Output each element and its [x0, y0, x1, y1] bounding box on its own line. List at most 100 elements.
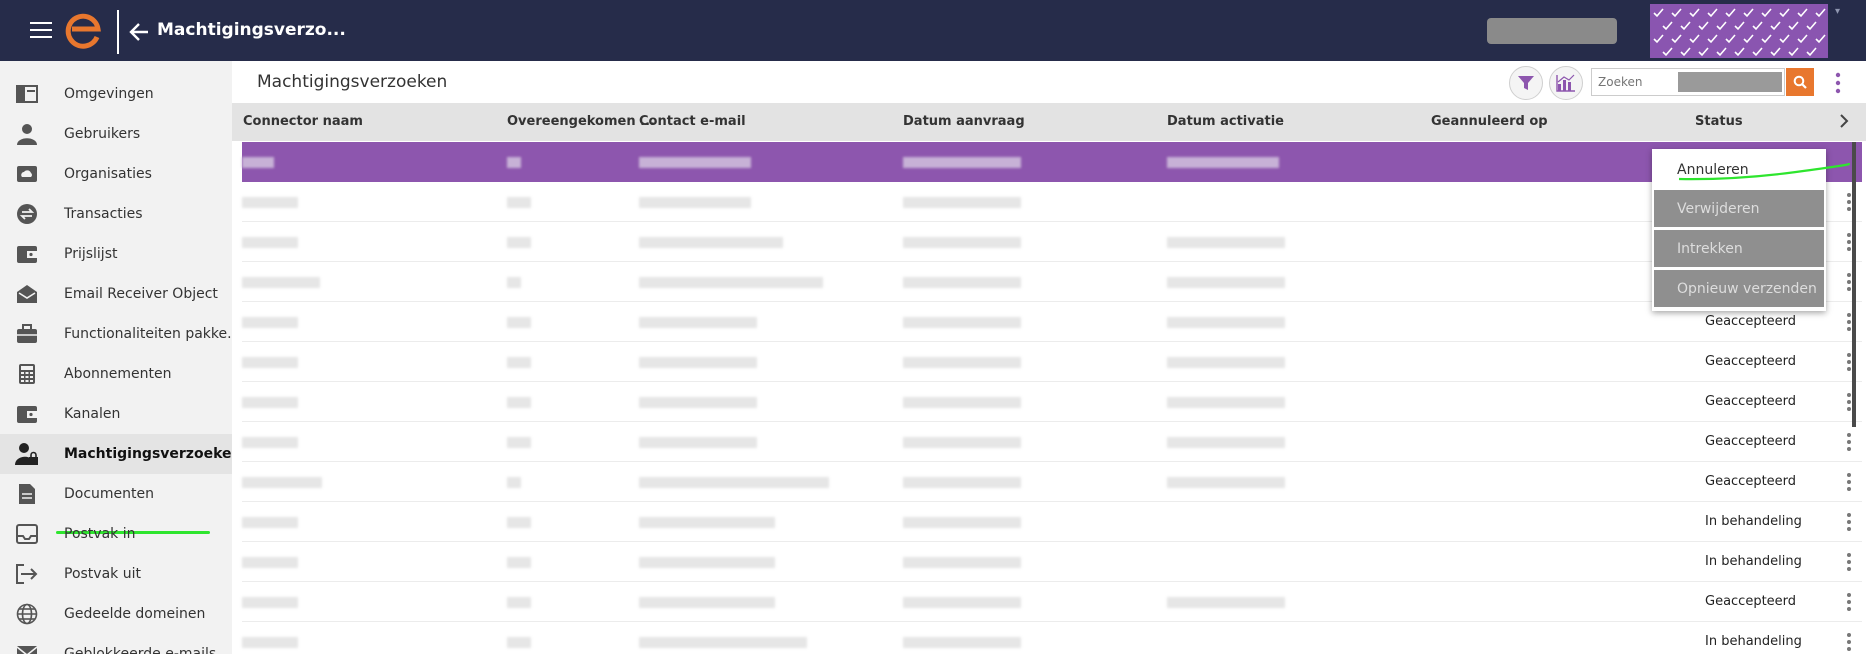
sidebar-item-documenten[interactable]: Documenten [0, 474, 232, 514]
cell-redacted [903, 197, 1021, 208]
cell-redacted [507, 477, 521, 488]
cell-redacted [639, 277, 823, 288]
column-header-datum-activatie[interactable]: Datum activatie [1167, 114, 1284, 129]
cell-redacted [507, 597, 531, 608]
table-row[interactable] [242, 142, 1862, 182]
table-row[interactable]: In behandeling [242, 622, 1862, 654]
sidebar-item-machtigingsverzoeken[interactable]: Machtigingsverzoeken [0, 434, 232, 474]
cell-redacted [242, 397, 298, 408]
status-text: Geaccepteerd [1705, 354, 1797, 369]
row-menu-icon[interactable] [1845, 592, 1853, 612]
status-text: Geaccepteerd [1705, 394, 1797, 409]
cell-redacted [507, 237, 531, 248]
cell-redacted [1167, 357, 1285, 368]
row-menu-icon[interactable] [1845, 632, 1853, 652]
cell-redacted [507, 197, 531, 208]
status-text: In behandeling [1705, 634, 1802, 649]
search-input[interactable] [1592, 75, 1676, 89]
sidebar-item-prijslijst[interactable]: Prijslijst [0, 234, 232, 274]
cell-redacted [639, 197, 751, 208]
sidebar-item-label: Documenten [64, 486, 155, 502]
user-lock-icon [15, 442, 39, 466]
sidebar-item-email-receiver-object[interactable]: Email Receiver Object [0, 274, 232, 314]
sidebar-item-postvak-in[interactable]: Postvak in [0, 514, 232, 554]
sidebar-item-geblokkeerde-emails[interactable]: Geblokkeerde e-mails [0, 634, 232, 654]
sidebar-item-postvak-uit[interactable]: Postvak uit [0, 554, 232, 594]
menu-item-opnieuw-verzenden[interactable]: Opnieuw verzenden [1654, 270, 1824, 307]
sidebar-item-label: Geblokkeerde e-mails [64, 646, 217, 654]
row-menu-icon[interactable] [1845, 512, 1853, 532]
menu-item-verwijderen[interactable]: Verwijderen [1654, 190, 1824, 227]
table-row[interactable]: Geaccepteerd [242, 342, 1862, 382]
sidebar-item-omgevingen[interactable]: Omgevingen [0, 74, 232, 114]
status-text: Geaccepteerd [1705, 474, 1797, 489]
sidebar-item-kanalen[interactable]: Kanalen [0, 394, 232, 434]
search-button[interactable] [1786, 68, 1814, 96]
row-menu-icon[interactable] [1845, 432, 1853, 452]
cell-redacted [242, 197, 298, 208]
cell-redacted [507, 397, 531, 408]
cell-redacted [1167, 397, 1285, 408]
calculator-icon [15, 362, 39, 386]
column-header-datum-aanvraag[interactable]: Datum aanvraag [903, 114, 1025, 129]
column-header-overeengekomen[interactable]: Overeengekomen ... [507, 114, 655, 129]
sidebar-item-label: Gedeelde domeinen [64, 606, 206, 622]
table-row[interactable]: In behandeling [242, 542, 1862, 582]
sidebar-item-label: Postvak in [64, 526, 136, 542]
table-row[interactable] [242, 222, 1862, 262]
more-options-icon[interactable] [1833, 72, 1843, 94]
sidebar-item-label: Kanalen [64, 406, 121, 422]
cell-redacted [242, 357, 298, 368]
annotation-highlight-stroke [1678, 162, 1851, 181]
cell-redacted [507, 437, 531, 448]
chart-button[interactable] [1549, 66, 1583, 100]
environment-icon [15, 82, 39, 106]
cell-redacted [903, 277, 1021, 288]
sidebar-item-gebruikers[interactable]: Gebruikers [0, 114, 232, 154]
status-text: In behandeling [1705, 554, 1802, 569]
hamburger-menu-icon[interactable] [30, 22, 52, 40]
filter-button[interactable] [1509, 66, 1543, 100]
table-row[interactable] [242, 262, 1862, 302]
sidebar-item-abonnementen[interactable]: Abonnementen [0, 354, 232, 394]
row-menu-icon[interactable] [1845, 472, 1853, 492]
cell-redacted [1167, 437, 1285, 448]
table-row[interactable]: Geaccepteerd [242, 302, 1862, 342]
sidebar-item-gedeelde-domeinen[interactable]: Gedeelde domeinen [0, 594, 232, 634]
channel-icon [15, 402, 39, 426]
cell-redacted [639, 437, 757, 448]
column-header-geannuleerd-op[interactable]: Geannuleerd op [1431, 114, 1548, 129]
back-arrow-icon[interactable] [128, 21, 150, 43]
cell-redacted [507, 157, 521, 168]
column-header-status[interactable]: Status [1695, 114, 1743, 129]
cell-redacted [903, 437, 1021, 448]
cell-redacted [242, 637, 298, 648]
sidebar-item-transacties[interactable]: Transacties [0, 194, 232, 234]
table-row[interactable]: Geaccepteerd [242, 422, 1862, 462]
menu-item-intrekken[interactable]: Intrekken [1654, 230, 1824, 267]
sidebar-item-organisaties[interactable]: Organisaties [0, 154, 232, 194]
scrollbar-thumb[interactable] [1852, 142, 1856, 427]
column-header-contact-email[interactable]: Contact e-mail [639, 114, 746, 129]
sidebar-item-functionaliteiten[interactable]: Functionaliteiten pakke... [0, 314, 232, 354]
user-menu-button[interactable] [1487, 18, 1617, 44]
cell-redacted [1167, 477, 1285, 488]
sidebar: Omgevingen Gebruikers Organisaties Trans… [0, 61, 232, 654]
table-row[interactable]: Geaccepteerd [242, 382, 1862, 422]
table-row[interactable]: Geaccepteerd [242, 582, 1862, 622]
table-row[interactable]: Geaccepteerd [242, 462, 1862, 502]
search-field[interactable] [1591, 68, 1785, 96]
cell-redacted [639, 517, 775, 528]
chevron-right-icon[interactable] [1837, 113, 1851, 129]
wallet-icon [15, 242, 39, 266]
cell-redacted [639, 557, 775, 568]
table-row[interactable] [242, 182, 1862, 222]
column-header-connector-naam[interactable]: Connector naam [243, 114, 363, 129]
row-menu-icon[interactable] [1845, 552, 1853, 572]
cell-redacted [639, 637, 807, 648]
search-value-redacted [1678, 72, 1782, 92]
table-row[interactable]: In behandeling [242, 502, 1862, 542]
selected-row-menu-icon[interactable] [1833, 152, 1841, 174]
sidebar-item-label: Transacties [64, 206, 143, 222]
cell-redacted [242, 277, 320, 288]
